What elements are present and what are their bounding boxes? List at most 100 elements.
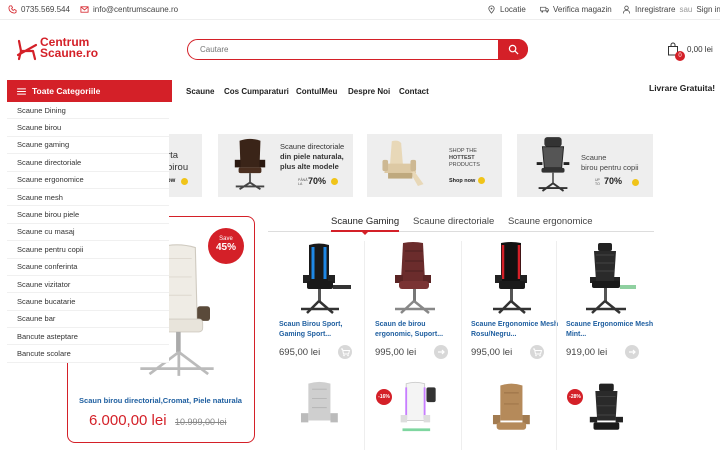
category-item[interactable]: Scaune gaming xyxy=(7,137,169,155)
banner-4-percent: 70% xyxy=(604,176,623,186)
product-price: 695,00 lei xyxy=(279,347,321,358)
location-pin-icon xyxy=(488,5,495,14)
office-chair-image xyxy=(395,242,435,314)
category-item[interactable]: Scaune birou piele xyxy=(7,206,169,224)
all-categories-button[interactable]: Toate Categoriile xyxy=(7,80,172,102)
promo-banner-hottest[interactable]: SHOP THE HOTTEST PRODUCTS Shop now xyxy=(367,134,502,197)
nav-item-contact[interactable]: Contact xyxy=(399,87,429,96)
product-card[interactable] xyxy=(279,380,369,450)
cart-count-badge: 0 xyxy=(675,51,685,61)
cart-widget[interactable]: 0 0,00 lei xyxy=(667,42,717,62)
grey-office-chair-image xyxy=(300,381,338,423)
add-to-cart-button[interactable] xyxy=(338,345,352,359)
featured-product-name: Scaun birou directorial,Cromat, Piele na… xyxy=(79,396,242,405)
search-button[interactable] xyxy=(498,39,528,59)
top-bar: 0735.569.544 info@centrumscaune.ro Locat… xyxy=(0,0,720,20)
massage-chair-image xyxy=(382,140,424,187)
active-tab-pointer xyxy=(362,232,368,235)
banner-2-line-1: Scaune directoriale xyxy=(280,142,345,151)
category-item[interactable]: Scaune directoriale xyxy=(7,154,169,172)
user-icon xyxy=(622,5,631,14)
category-item[interactable]: Scaune bucatarie xyxy=(7,293,169,311)
mesh-chair-red-image xyxy=(493,242,531,314)
banner-3-line-2: HOTTEST xyxy=(449,155,475,161)
logo-chair-icon xyxy=(16,39,38,61)
product-name: Scaun de birou ergonomic, Suport... xyxy=(375,321,444,338)
phone-icon xyxy=(8,5,17,14)
category-menu: Scaune Dining Scaune birou Scaune gaming… xyxy=(7,102,169,363)
email-address: info@centrumscaune.ro xyxy=(93,5,179,14)
check-store-label: Verifica magazin xyxy=(553,5,612,14)
save-percent: 45% xyxy=(215,242,236,253)
category-item[interactable]: Scaune mesh xyxy=(7,189,169,207)
tab-scaune-ergonomice[interactable]: Scaune ergonomice xyxy=(508,216,593,227)
add-to-cart-button[interactable] xyxy=(625,345,639,359)
banner-3-cta: Shop now xyxy=(449,178,476,184)
category-item[interactable]: Bancute asteptare xyxy=(7,328,169,346)
banner-3-line-3: PRODUCTS xyxy=(449,162,480,168)
site-logo[interactable]: Centrum Scaune.ro xyxy=(15,36,100,63)
tab-scaune-directoriale[interactable]: Scaune directoriale xyxy=(413,216,494,227)
category-item[interactable]: Scaune birou xyxy=(7,119,169,137)
gaming-chair-image xyxy=(301,243,351,314)
banner-2-text: Scaune directoriale din piele naturala, … xyxy=(280,142,355,172)
login-link[interactable]: Sign in xyxy=(696,5,720,14)
product-price: 995,00 lei xyxy=(471,347,513,358)
product-name: Scaun Birou Sport, Gaming Sport... xyxy=(279,321,343,338)
all-categories-label: Toate Categoriile xyxy=(32,86,101,96)
register-link[interactable]: Inregistrare xyxy=(635,5,675,14)
search-icon xyxy=(508,44,519,55)
banner-4-line-1: Scaune xyxy=(581,153,607,162)
search-input[interactable] xyxy=(200,43,490,56)
add-to-cart-button[interactable] xyxy=(434,345,448,359)
featured-price: 6.000,00 lei xyxy=(89,412,167,429)
banner-2-line-2: din piele naturala, xyxy=(280,152,344,161)
search-bar xyxy=(187,39,528,60)
nav-item-cart[interactable]: Cos Cumparaturi xyxy=(224,87,289,96)
cart-total: 0,00 lei xyxy=(687,45,713,54)
product-price: 919,00 lei xyxy=(566,347,608,358)
brown-leather-chair-image xyxy=(492,383,530,430)
discount-badge: -16% xyxy=(376,389,392,405)
category-item[interactable]: Scaune vizitator xyxy=(7,276,169,294)
location-label: Locatie xyxy=(500,5,526,14)
banner-4-line-2: birou pentru copii xyxy=(581,163,639,172)
email-contact[interactable]: info@centrumscaune.ro xyxy=(80,5,178,14)
category-item[interactable]: Bancute scolare xyxy=(7,345,169,363)
featured-old-price: 10.999,00 lei xyxy=(175,417,227,427)
cart-icon xyxy=(533,348,543,357)
category-item[interactable]: Scaune Dining xyxy=(7,102,169,120)
category-item[interactable]: Scaune bar xyxy=(7,311,169,329)
logo-text: Centrum Scaune.ro xyxy=(40,36,98,59)
phone-number: 0735.569.544 xyxy=(21,5,70,14)
check-store-link[interactable]: Verifica magazin xyxy=(540,5,612,14)
product-card[interactable] xyxy=(471,380,561,450)
promo-banner-kids[interactable]: Scaune birou pentru copii UP TO 70% xyxy=(517,134,653,197)
tabs-divider xyxy=(268,231,654,232)
phone-contact[interactable]: 0735.569.544 xyxy=(8,5,70,14)
free-delivery-text: Livrare Gratuita! xyxy=(649,83,716,93)
category-item[interactable]: Scaune cu masaj xyxy=(7,224,169,242)
category-item[interactable]: Scaune conferinta xyxy=(7,259,169,276)
mesh-chair-image xyxy=(536,137,570,192)
executive-chair-image xyxy=(234,138,266,191)
arrow-right-icon xyxy=(438,349,445,355)
nav-item-about[interactable]: Despre Noi xyxy=(348,87,390,96)
banner-3-text: SHOP THE HOTTEST PRODUCTS xyxy=(449,148,480,169)
save-badge: Save 45% xyxy=(208,228,244,264)
product-price: 995,00 lei xyxy=(375,347,417,358)
add-to-cart-button[interactable] xyxy=(530,345,544,359)
banner-4-text: Scaune birou pentru copii xyxy=(581,153,653,173)
nav-item-account[interactable]: ContulMeu xyxy=(296,87,337,96)
nav-item-scaune[interactable]: Scaune xyxy=(186,87,214,96)
banner-2-dot xyxy=(331,178,338,185)
promo-banner-leather[interactable]: Scaune directoriale din piele naturala, … xyxy=(218,134,353,197)
location-link[interactable]: Locatie xyxy=(487,5,526,14)
email-icon xyxy=(80,6,89,13)
category-item[interactable]: Scaune ergonomice xyxy=(7,172,169,189)
banner-1-text: rta birou xyxy=(167,150,189,173)
tab-scaune-gaming[interactable]: Scaune Gaming xyxy=(331,216,399,227)
discount-badge: -28% xyxy=(567,389,583,405)
menu-icon xyxy=(17,87,26,95)
category-item[interactable]: Scaune pentru copii xyxy=(7,241,169,259)
